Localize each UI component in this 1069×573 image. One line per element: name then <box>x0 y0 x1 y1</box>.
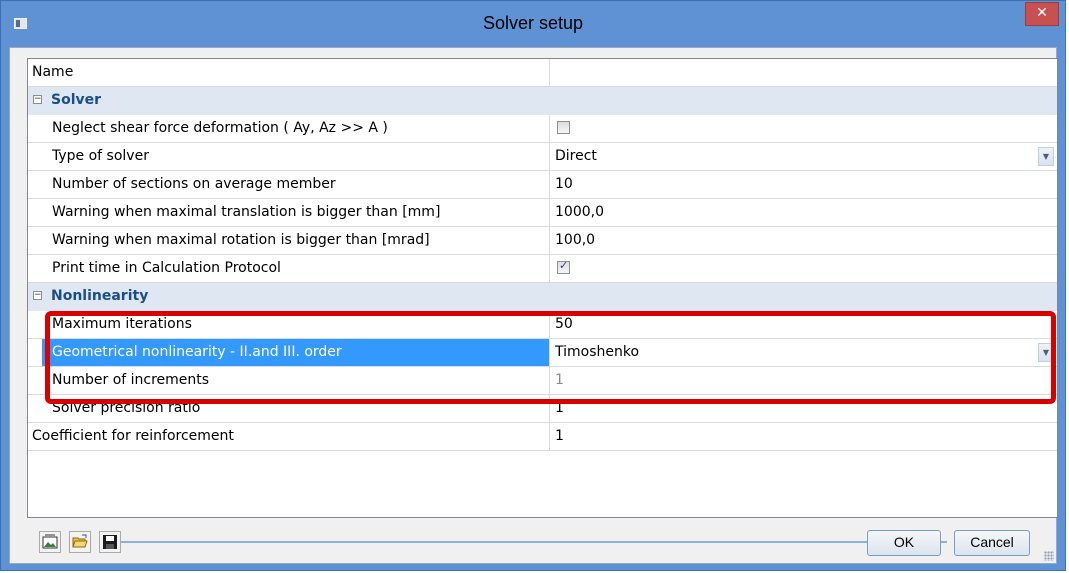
property-value: Timoshenko <box>555 344 640 360</box>
precision-ratio-input[interactable]: 1 <box>555 400 564 416</box>
property-value-cell[interactable]: 50 <box>550 311 1057 338</box>
property-row-max-rotation[interactable]: Warning when maximal rotation is bigger … <box>28 227 1057 255</box>
property-value-cell[interactable]: 1 <box>550 395 1057 422</box>
property-label-cell: Print time in Calculation Protocol <box>42 255 550 282</box>
property-value: Direct <box>555 148 597 164</box>
property-row-solver-type[interactable]: Type of solver Direct ▼ <box>28 143 1057 171</box>
resize-grip-icon[interactable] <box>1044 551 1054 561</box>
property-row-precision-ratio[interactable]: Solver precision ratio 1 <box>28 395 1057 423</box>
cancel-button[interactable]: Cancel <box>954 530 1030 556</box>
property-label-cell: Number of increments <box>42 367 550 394</box>
save-button[interactable] <box>99 531 121 553</box>
property-value-cell[interactable]: 10 <box>550 171 1057 198</box>
property-row-max-iterations[interactable]: Maximum iterations 50 <box>28 311 1057 339</box>
property-label: Name <box>32 64 74 80</box>
property-label-cell: Neglect shear force deformation ( Ay, Az… <box>42 115 550 142</box>
property-label: Warning when maximal translation is bigg… <box>52 204 441 220</box>
property-value-cell: 1 <box>550 367 1057 394</box>
neglect-shear-checkbox[interactable] <box>557 121 570 134</box>
property-label: Number of increments <box>52 372 210 388</box>
property-label-cell: Type of solver <box>42 143 550 170</box>
open-folder-button[interactable] <box>69 531 91 553</box>
property-value-cell[interactable] <box>550 59 1057 86</box>
property-label: Neglect shear force deformation ( Ay, Az… <box>52 120 388 136</box>
collapse-toggle-icon[interactable]: − <box>33 95 42 104</box>
sections-input[interactable]: 10 <box>555 176 573 192</box>
close-button[interactable]: ✕ <box>1025 2 1059 26</box>
property-label-cell: Maximum iterations <box>42 311 550 338</box>
property-row-print-time[interactable]: Print time in Calculation Protocol <box>28 255 1057 283</box>
property-label: Solver precision ratio <box>52 400 201 416</box>
collapse-toggle-icon[interactable]: − <box>33 291 42 300</box>
max-iterations-input[interactable]: 50 <box>555 316 573 332</box>
open-folder-icon <box>72 534 88 548</box>
property-label-cell: Coefficient for reinforcement <box>28 423 550 450</box>
increments-value: 1 <box>555 372 564 388</box>
max-translation-input[interactable]: 1000,0 <box>555 204 604 220</box>
property-row-sections[interactable]: Number of sections on average member 10 <box>28 171 1057 199</box>
property-label-cell: Warning when maximal rotation is bigger … <box>42 227 550 254</box>
max-rotation-input[interactable]: 100,0 <box>555 232 595 248</box>
window-title: Solver setup <box>482 13 584 33</box>
property-row-max-translation[interactable]: Warning when maximal translation is bigg… <box>28 199 1057 227</box>
chevron-down-icon[interactable]: ▼ <box>1038 343 1054 362</box>
print-time-checkbox[interactable] <box>557 259 570 274</box>
category-nonlinearity[interactable]: − Nonlinearity <box>28 283 1057 311</box>
solver-type-dropdown[interactable]: Direct ▼ <box>550 143 1057 170</box>
category-solver[interactable]: − Solver <box>28 87 1057 115</box>
ok-button[interactable]: OK <box>867 530 941 556</box>
title-bar[interactable]: Solver setup ✕ <box>1 1 1065 47</box>
property-label: Geometrical nonlinearity - II.and III. o… <box>52 344 342 360</box>
image-export-icon <box>42 534 58 549</box>
property-label: Number of sections on average member <box>52 176 336 192</box>
property-label-cell: Solver precision ratio <box>42 395 550 422</box>
property-row-name[interactable]: Name <box>28 59 1057 87</box>
property-label: Warning when maximal rotation is bigger … <box>52 232 430 248</box>
property-label: Coefficient for reinforcement <box>32 428 234 444</box>
property-label-cell-selected: Geometrical nonlinearity - II.and III. o… <box>42 339 550 366</box>
image-export-button[interactable] <box>39 531 61 553</box>
save-disk-icon <box>103 535 117 549</box>
property-value-cell[interactable]: 1 <box>550 423 1057 450</box>
property-label: Maximum iterations <box>52 316 192 332</box>
property-label: Print time in Calculation Protocol <box>52 260 281 276</box>
dialog-window: Solver setup ✕ Name − Solver Neglect she <box>0 0 1066 571</box>
geometric-nonlinearity-dropdown[interactable]: Timoshenko ▼ <box>550 339 1057 366</box>
property-label: Type of solver <box>52 148 149 164</box>
property-value-cell[interactable]: 1000,0 <box>550 199 1057 226</box>
property-row-increments[interactable]: Number of increments 1 <box>28 367 1057 395</box>
property-value-cell[interactable] <box>550 115 1057 142</box>
category-label: Nonlinearity <box>51 288 149 304</box>
property-grid: Name − Solver Neglect shear force deform… <box>27 58 1058 518</box>
category-label: Solver <box>51 92 102 108</box>
property-label-cell: Number of sections on average member <box>42 171 550 198</box>
property-label-cell: Warning when maximal translation is bigg… <box>42 199 550 226</box>
dialog-content: Name − Solver Neglect shear force deform… <box>9 47 1058 564</box>
property-value-cell[interactable] <box>550 255 1057 282</box>
property-label-cell: Name <box>28 59 550 86</box>
dialog-footer: OK Cancel <box>27 528 1057 558</box>
property-row-reinforcement[interactable]: Coefficient for reinforcement 1 <box>28 423 1057 451</box>
property-value-cell[interactable]: 100,0 <box>550 227 1057 254</box>
footer-divider <box>117 541 947 543</box>
reinforcement-input[interactable]: 1 <box>555 428 564 444</box>
property-row-neglect-shear[interactable]: Neglect shear force deformation ( Ay, Az… <box>28 115 1057 143</box>
property-row-geometric-nonlinearity[interactable]: Geometrical nonlinearity - II.and III. o… <box>28 339 1057 367</box>
chevron-down-icon[interactable]: ▼ <box>1038 147 1054 166</box>
